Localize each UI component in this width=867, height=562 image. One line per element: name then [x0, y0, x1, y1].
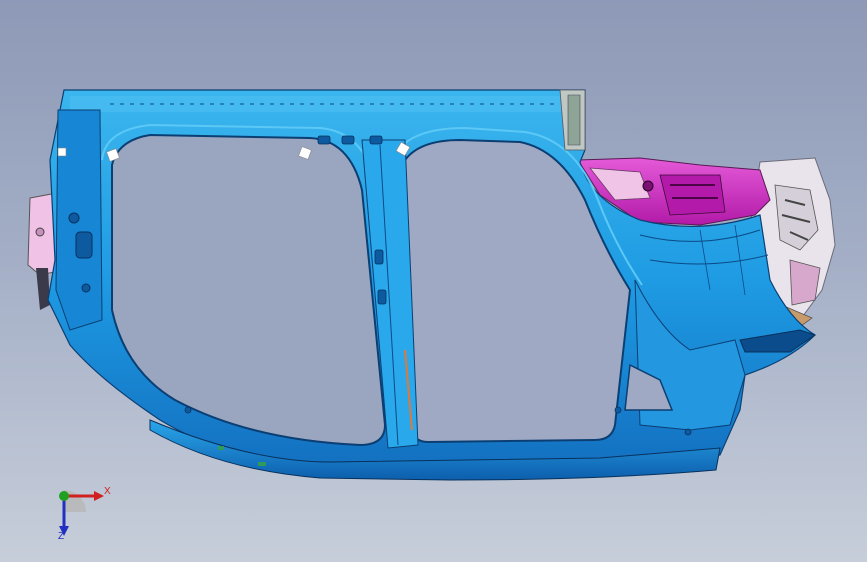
body-side-outer[interactable] — [47, 89, 817, 481]
x-axis-label: X — [104, 486, 111, 497]
body-side-panel-model[interactable] — [0, 0, 867, 562]
y-axis-marker — [59, 491, 69, 501]
z-axis-label: Z — [58, 531, 65, 542]
cad-3d-viewport[interactable]: X Y Z — [0, 0, 867, 562]
